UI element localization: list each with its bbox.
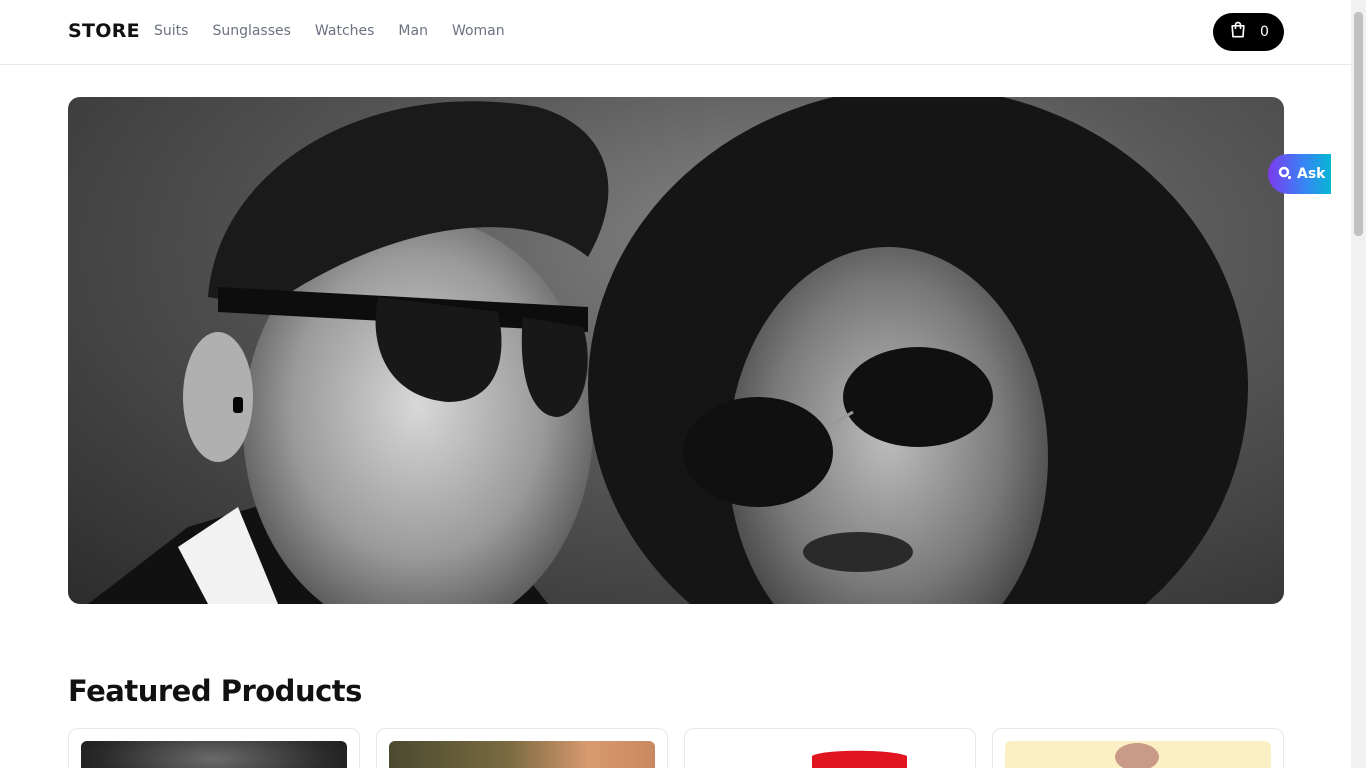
product-card[interactable] (68, 728, 360, 768)
product-image (1005, 741, 1271, 768)
nav-link-woman[interactable]: Woman (452, 23, 505, 39)
cart-count: 0 (1260, 24, 1269, 40)
featured-products-title: Featured Products (68, 674, 362, 708)
scrollbar-thumb[interactable] (1354, 12, 1363, 236)
product-card[interactable] (376, 728, 668, 768)
product-card[interactable] (684, 728, 976, 768)
store-logo[interactable]: STORE (68, 20, 140, 42)
site-header: STORE Suits Sunglasses Watches Man Woman… (0, 0, 1351, 65)
red-product-shape (812, 750, 907, 768)
product-image (697, 741, 963, 768)
nav-link-watches[interactable]: Watches (315, 23, 375, 39)
hero-banner[interactable] (68, 97, 1284, 604)
page-scrollbar[interactable] (1351, 0, 1366, 768)
main-nav: Suits Sunglasses Watches Man Woman (154, 23, 505, 39)
cart-button[interactable]: 0 (1213, 13, 1284, 51)
ask-label: Ask (1297, 166, 1326, 182)
nav-link-suits[interactable]: Suits (154, 23, 188, 39)
product-image (389, 741, 655, 768)
product-card[interactable] (992, 728, 1284, 768)
model-figure (1115, 743, 1159, 768)
product-image (81, 741, 347, 768)
nav-link-man[interactable]: Man (398, 23, 428, 39)
search-icon (1278, 165, 1292, 184)
shopping-bag-icon (1228, 20, 1248, 44)
hero-image (88, 97, 1248, 604)
ask-assistant-button[interactable]: Ask (1268, 154, 1331, 194)
nav-link-sunglasses[interactable]: Sunglasses (212, 23, 290, 39)
